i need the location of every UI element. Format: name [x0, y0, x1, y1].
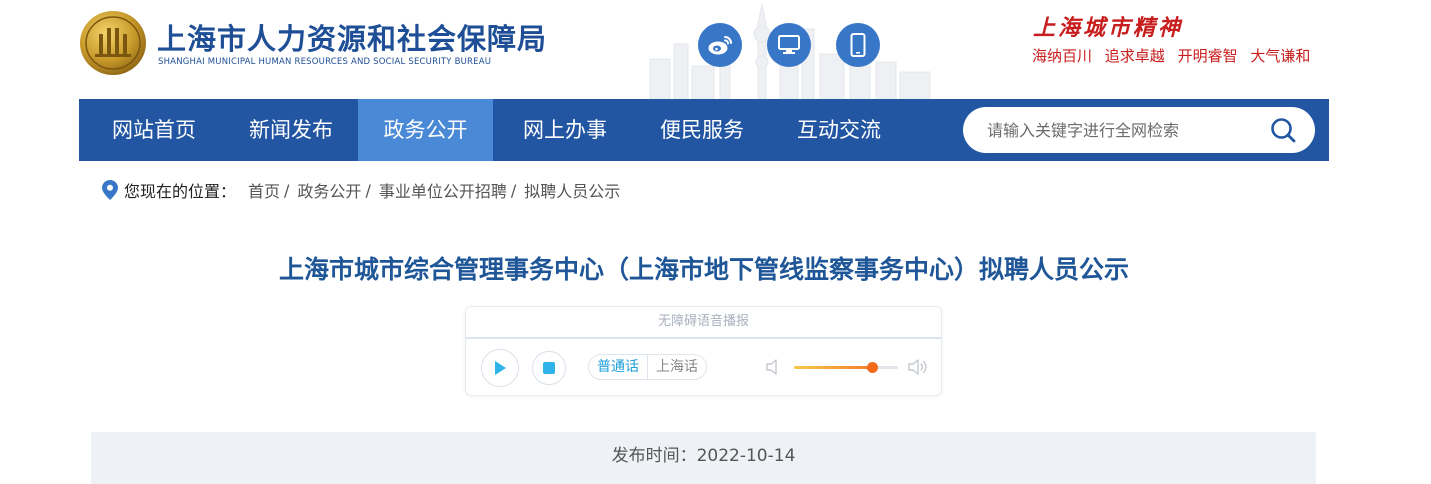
nav-item-convenience[interactable]: 便民服务 — [636, 99, 768, 161]
org-name-cn: 上海市人力资源和社会保障局 — [157, 22, 548, 56]
nav-item-interaction[interactable]: 互动交流 — [773, 99, 905, 161]
nav-item-online-services[interactable]: 网上办事 — [499, 99, 631, 161]
spirit-phrase: 大气谦和 — [1250, 47, 1311, 65]
play-icon — [495, 361, 506, 375]
breadcrumb-item-home[interactable]: 首页 — [248, 178, 280, 202]
spirit-phrase: 开明睿智 — [1177, 47, 1238, 65]
volume-handle[interactable] — [867, 362, 878, 373]
language-option-mandarin[interactable]: 普通话 — [589, 355, 648, 379]
desktop-icon — [778, 35, 800, 54]
weibo-button[interactable] — [698, 23, 742, 67]
breadcrumb-separator: / — [510, 180, 517, 200]
player-header: 无障碍语音播报 — [466, 307, 941, 339]
search-box — [963, 107, 1315, 153]
language-option-shanghainese[interactable]: 上海话 — [648, 355, 706, 379]
accessibility-audio-player: 无障碍语音播报 普通话 上海话 — [465, 306, 942, 396]
publish-time: 发布时间：2022-10-14 — [611, 446, 796, 466]
breadcrumb-item-government-affairs[interactable]: 政务公开 — [297, 178, 361, 202]
mobile-button[interactable] — [836, 23, 880, 67]
org-name-en: SHANGHAI MUNICIPAL HUMAN RESOURCES AND S… — [158, 57, 492, 67]
article-title: 上海市城市综合管理事务中心（上海市地下管线监察事务中心）拟聘人员公示 — [278, 255, 1129, 284]
mobile-icon — [850, 33, 866, 57]
main-navigation: 网站首页 新闻发布 政务公开 网上办事 便民服务 互动交流 — [79, 99, 1329, 161]
nav-item-news[interactable]: 新闻发布 — [226, 99, 356, 161]
publish-info-bar: 发布时间：2022-10-14 — [91, 432, 1316, 484]
weibo-icon — [708, 36, 732, 55]
spirit-phrase: 追求卓越 — [1104, 47, 1165, 65]
stop-icon — [543, 362, 555, 374]
search-icon[interactable] — [1269, 116, 1297, 144]
breadcrumb-item-recruitment[interactable]: 事业单位公开招聘 — [379, 178, 507, 202]
desktop-button[interactable] — [767, 23, 811, 67]
bureau-emblem-logo — [80, 11, 146, 75]
play-button[interactable] — [481, 349, 519, 387]
search-input[interactable] — [987, 118, 1267, 142]
language-selector: 普通话 上海话 — [588, 354, 707, 380]
location-pin-icon — [102, 180, 118, 200]
nav-item-home[interactable]: 网站首页 — [89, 99, 219, 161]
city-spirit-phrases: 海纳百川 追求卓越 开明睿智 大气谦和 — [1032, 45, 1318, 66]
nav-item-government-affairs[interactable]: 政务公开 — [358, 99, 493, 161]
spirit-phrase: 海纳百川 — [1032, 47, 1093, 65]
breadcrumb-separator: / — [284, 180, 290, 200]
breadcrumb-prefix: 您现在的位置： — [124, 182, 237, 201]
breadcrumb: 您现在的位置： 首页 / 政务公开 / 事业单位公开招聘 / 拟聘人员公示 — [102, 179, 620, 201]
volume-high-icon[interactable] — [908, 357, 930, 377]
volume-low-icon[interactable] — [766, 358, 782, 376]
breadcrumb-separator: / — [365, 180, 371, 200]
city-spirit-title: 上海城市精神 — [1033, 15, 1184, 41]
breadcrumb-item-current[interactable]: 拟聘人员公示 — [524, 178, 620, 202]
site-header: 上海市人力资源和社会保障局 SHANGHAI MUNICIPAL HUMAN R… — [0, 0, 1431, 99]
volume-slider[interactable] — [794, 362, 898, 373]
volume-fill — [794, 366, 872, 369]
stop-button[interactable] — [532, 351, 566, 385]
